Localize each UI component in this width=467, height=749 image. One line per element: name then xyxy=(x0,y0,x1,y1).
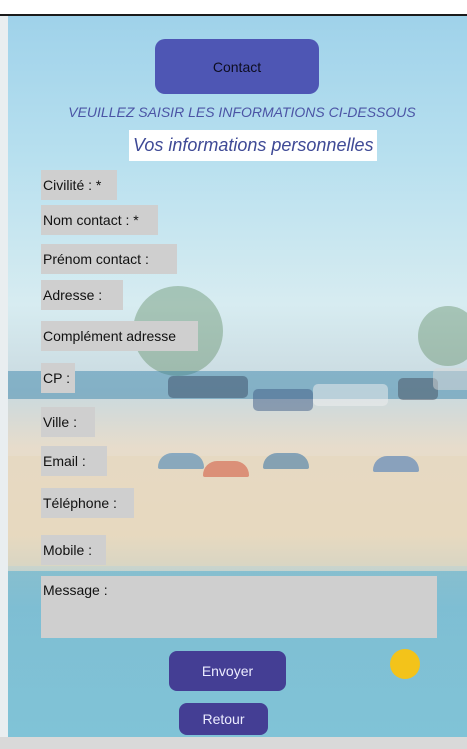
bottom-bar xyxy=(0,737,467,749)
email-field[interactable]: Email : xyxy=(41,446,107,476)
adresse-field[interactable]: Adresse : xyxy=(41,280,123,310)
instructions-text: VEUILLEZ SAISIR LES INFORMATIONS CI-DESS… xyxy=(68,104,416,120)
send-button[interactable]: Envoyer xyxy=(169,651,286,691)
message-field[interactable]: Message : xyxy=(41,576,437,638)
section-title: Vos informations personnelles xyxy=(129,130,378,161)
telephone-field[interactable]: Téléphone : xyxy=(41,488,134,518)
civilite-field[interactable]: Civilité : * xyxy=(41,170,117,200)
mobile-field[interactable]: Mobile : xyxy=(41,535,106,565)
nom-contact-field[interactable]: Nom contact : * xyxy=(41,205,158,235)
cp-field[interactable]: CP : xyxy=(41,363,75,393)
prenom-contact-field[interactable]: Prénom contact : xyxy=(41,244,177,274)
complement-adresse-field[interactable]: Complément adresse xyxy=(41,321,198,351)
top-bar xyxy=(0,0,467,16)
ville-field[interactable]: Ville : xyxy=(41,407,95,437)
contact-button[interactable]: Contact xyxy=(155,39,319,94)
back-button[interactable]: Retour xyxy=(179,703,268,735)
